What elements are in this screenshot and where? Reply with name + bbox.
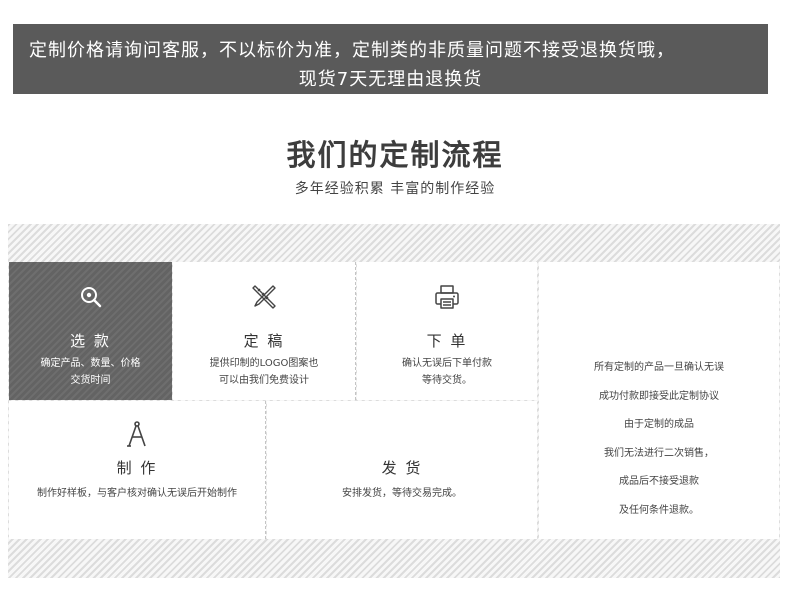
page-subtitle: 多年经验积累 丰富的制作经验 [294, 181, 496, 197]
policy-line: 成品后不接受退款 [619, 476, 699, 487]
step-title: 发 货 [381, 459, 423, 477]
step-desc: 安排发货，等待交易完成。 [342, 488, 462, 499]
policy-line: 所有定制的产品一旦确认无误 [594, 362, 724, 373]
page-title: 我们的定制流程 [286, 138, 504, 172]
policy-line: 成功付款即接受此定制协议 [599, 390, 719, 402]
step-desc: 确认无误后下单付款 [402, 358, 492, 369]
step-desc: 提供印制的LOGO图案也 [209, 358, 319, 369]
step-select[interactable]: 选 款 确定产品、数量、价格 交货时间 [9, 262, 172, 400]
step-title: 选 款 [70, 332, 111, 350]
notice-line-1: 定制价格请询问客服，不以标价为准，定制类的非质量问题不接受退换货哦， [29, 40, 675, 61]
policy-line: 由于定制的成品 [624, 419, 694, 430]
policy-notice: 所有定制的产品一旦确认无误 成功付款即接受此定制协议 由于定制的成品 我们无法进… [539, 262, 779, 539]
step-desc: 确定产品、数量、价格 [40, 358, 141, 369]
notice-line-2: 现货7天无理由退换货 [298, 69, 483, 90]
step-title: 下 单 [426, 332, 468, 350]
pencil-ruler-icon [252, 285, 276, 309]
step-desc: 制作好样板，与客户核对确认无误后开始制作 [37, 488, 237, 499]
policy-line: 及任何条件退款。 [619, 504, 699, 516]
step-desc: 等待交货。 [422, 375, 472, 386]
process-panel: 选 款 确定产品、数量、价格 交货时间 定 稿 提供印制的LOGO图案也 可以由… [8, 224, 780, 578]
policy-text: 所有定制的产品一旦确认无误 成功付款即接受此定制协议 由于定制的成品 我们无法进… [539, 354, 779, 525]
notice-banner: 定制价格请询问客服，不以标价为准，定制类的非质量问题不接受退换货哦， 现货7天无… [13, 24, 768, 94]
compass-icon [127, 421, 146, 447]
step-desc: 交货时间 [70, 375, 111, 386]
policy-line: 我们无法进行二次销售， [604, 447, 714, 459]
search-icon [80, 287, 101, 308]
step-title: 制 作 [116, 459, 158, 477]
step-order[interactable]: 下 单 确认无误后下单付款 等待交货。 [357, 262, 537, 400]
step-produce[interactable]: 制 作 制作好样板，与客户核对确认无误后开始制作 [9, 401, 266, 539]
step-ship[interactable]: 发 货 安排发货，等待交易完成。 [267, 401, 537, 539]
step-title: 定 稿 [243, 332, 285, 350]
printer-icon [435, 285, 459, 309]
step-draft[interactable]: 定 稿 提供印制的LOGO图案也 可以由我们免费设计 [173, 262, 356, 400]
step-desc: 可以由我们免费设计 [219, 375, 309, 386]
